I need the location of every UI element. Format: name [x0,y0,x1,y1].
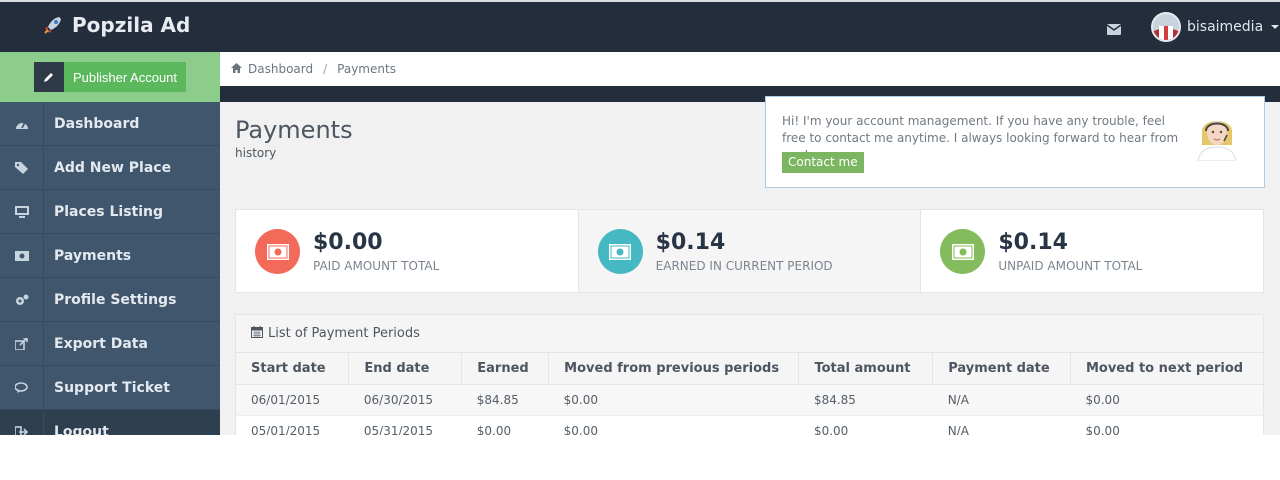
support-agent-avatar [1194,109,1240,166]
tags-icon [0,145,44,190]
sidebar-item-label: Add New Place [54,159,172,176]
publisher-account-label: Publisher Account [72,69,178,85]
breadcrumb-home-link[interactable]: Dashboard [248,62,313,76]
app-window: Popzila Ad bisaimedia Publisher Account [0,0,1280,435]
column-header[interactable]: Payment date [932,353,1071,385]
user-menu[interactable]: bisaimedia [1151,12,1280,42]
table-cell: 06/30/2015 [348,384,462,416]
stat-paid-total: $0.00 PAID AMOUNT TOTAL [236,210,579,292]
table-row: 05/01/2015 05/31/2015 $0.00 $0.00 $0.00 … [236,415,1263,435]
stat-unpaid-total: $0.14 UNPAID AMOUNT TOTAL [921,210,1263,292]
sidebar: Publisher Account Dashboard Add New Plac… [0,52,220,435]
stat-amount: $0.14 [998,230,1068,255]
sidebar-item-label: Profile Settings [54,291,177,308]
dashboard-icon [0,101,44,146]
table-cell: $0.00 [548,384,799,416]
column-header[interactable]: Start date [236,353,350,385]
monitor-icon [0,189,44,234]
logout-icon [0,409,44,435]
sidebar-item-profile-settings[interactable]: Profile Settings [0,277,220,322]
caret-down-icon [1271,25,1280,29]
column-header[interactable]: Total amount [798,353,934,385]
table-cell: $0.00 [548,415,799,435]
table-cell: $0.00 [1070,384,1263,416]
gears-icon [0,277,44,322]
column-header[interactable]: Moved from previous periods [548,353,800,385]
table-cell: $0.00 [1070,415,1263,435]
table-header-row: Start date End date Earned Moved from pr… [236,353,1263,385]
money-icon [0,233,44,278]
envelope-icon[interactable] [1106,22,1122,40]
payment-periods-panel: List of Payment Periods Start date End d… [235,314,1264,435]
money-icon [940,229,986,274]
breadcrumb-separator: / [323,62,328,76]
table-cell: $84.85 [798,384,933,416]
table-cell: $0.00 [798,415,933,435]
home-icon [231,62,242,76]
page-subtitle: history [235,146,277,160]
stat-caption: PAID AMOUNT TOTAL [313,259,440,273]
username: bisaimedia [1187,19,1264,35]
table-cell: 06/01/2015 [236,384,349,416]
table-cell: 05/01/2015 [236,415,349,435]
sidebar-item-logout[interactable]: Logout [0,409,220,436]
calendar-icon [251,325,263,342]
sidebar-item-support-ticket[interactable]: Support Ticket [0,365,220,410]
panel-title: List of Payment Periods [268,326,420,341]
column-header[interactable]: Earned [461,353,550,385]
stat-amount: $0.00 [313,230,383,255]
stat-caption: UNPAID AMOUNT TOTAL [998,259,1143,273]
page-title: Payments [235,116,353,144]
sidebar-item-places-listing[interactable]: Places Listing [0,189,220,234]
stat-earned-current: $0.14 EARNED IN CURRENT PERIOD [578,210,922,292]
breadcrumb: Dashboard / Payments [231,62,396,76]
payment-periods-table: Start date End date Earned Moved from pr… [236,353,1263,435]
table-cell: $0.00 [461,415,549,435]
table-cell: 05/31/2015 [348,415,462,435]
pencil-icon [34,62,64,92]
account-manager-card: Hi! I'm your account management. If you … [765,96,1265,188]
sidebar-item-add-new-place[interactable]: Add New Place [0,145,220,190]
breadcrumb-current: Payments [337,62,396,76]
breadcrumb-bar: Dashboard / Payments [220,52,1280,86]
table-cell: N/A [932,384,1071,416]
comments-icon [0,365,44,410]
contact-me-button[interactable]: Contact me [782,152,864,173]
table-cell: $84.85 [461,384,549,416]
money-icon [597,229,643,274]
panel-header: List of Payment Periods [236,315,1263,353]
stat-caption: EARNED IN CURRENT PERIOD [655,259,833,273]
sidebar-item-label: Support Ticket [54,379,170,396]
stat-amount: $0.14 [655,230,726,255]
payment-summary: $0.00 PAID AMOUNT TOTAL $0.14 EARNED IN … [235,209,1264,293]
column-header[interactable]: Moved to next period [1070,353,1263,385]
sidebar-item-export-data[interactable]: Export Data [0,321,220,366]
sidebar-item-label: Payments [54,247,132,264]
sidebar-item-payments[interactable]: Payments [0,233,220,278]
sidebar-item-label: Logout [54,423,109,436]
avatar [1151,12,1181,42]
sidebar-item-label: Export Data [54,335,148,352]
export-icon [0,321,44,366]
sidebar-item-dashboard[interactable]: Dashboard [0,101,220,146]
brand-name: Popzila Ad [72,13,191,37]
table-cell: N/A [932,415,1071,435]
top-navbar: Popzila Ad bisaimedia [0,0,1280,52]
column-header[interactable]: End date [348,353,463,385]
table-row: 06/01/2015 06/30/2015 $84.85 $0.00 $84.8… [236,384,1263,416]
money-icon [255,229,300,274]
brand[interactable]: Popzila Ad [42,13,190,37]
rocket-icon [42,14,64,36]
sidebar-item-label: Dashboard [54,115,140,132]
sidebar-item-label: Places Listing [54,203,164,220]
account-panel: Publisher Account [0,52,220,102]
publisher-account-button[interactable]: Publisher Account [34,62,186,92]
